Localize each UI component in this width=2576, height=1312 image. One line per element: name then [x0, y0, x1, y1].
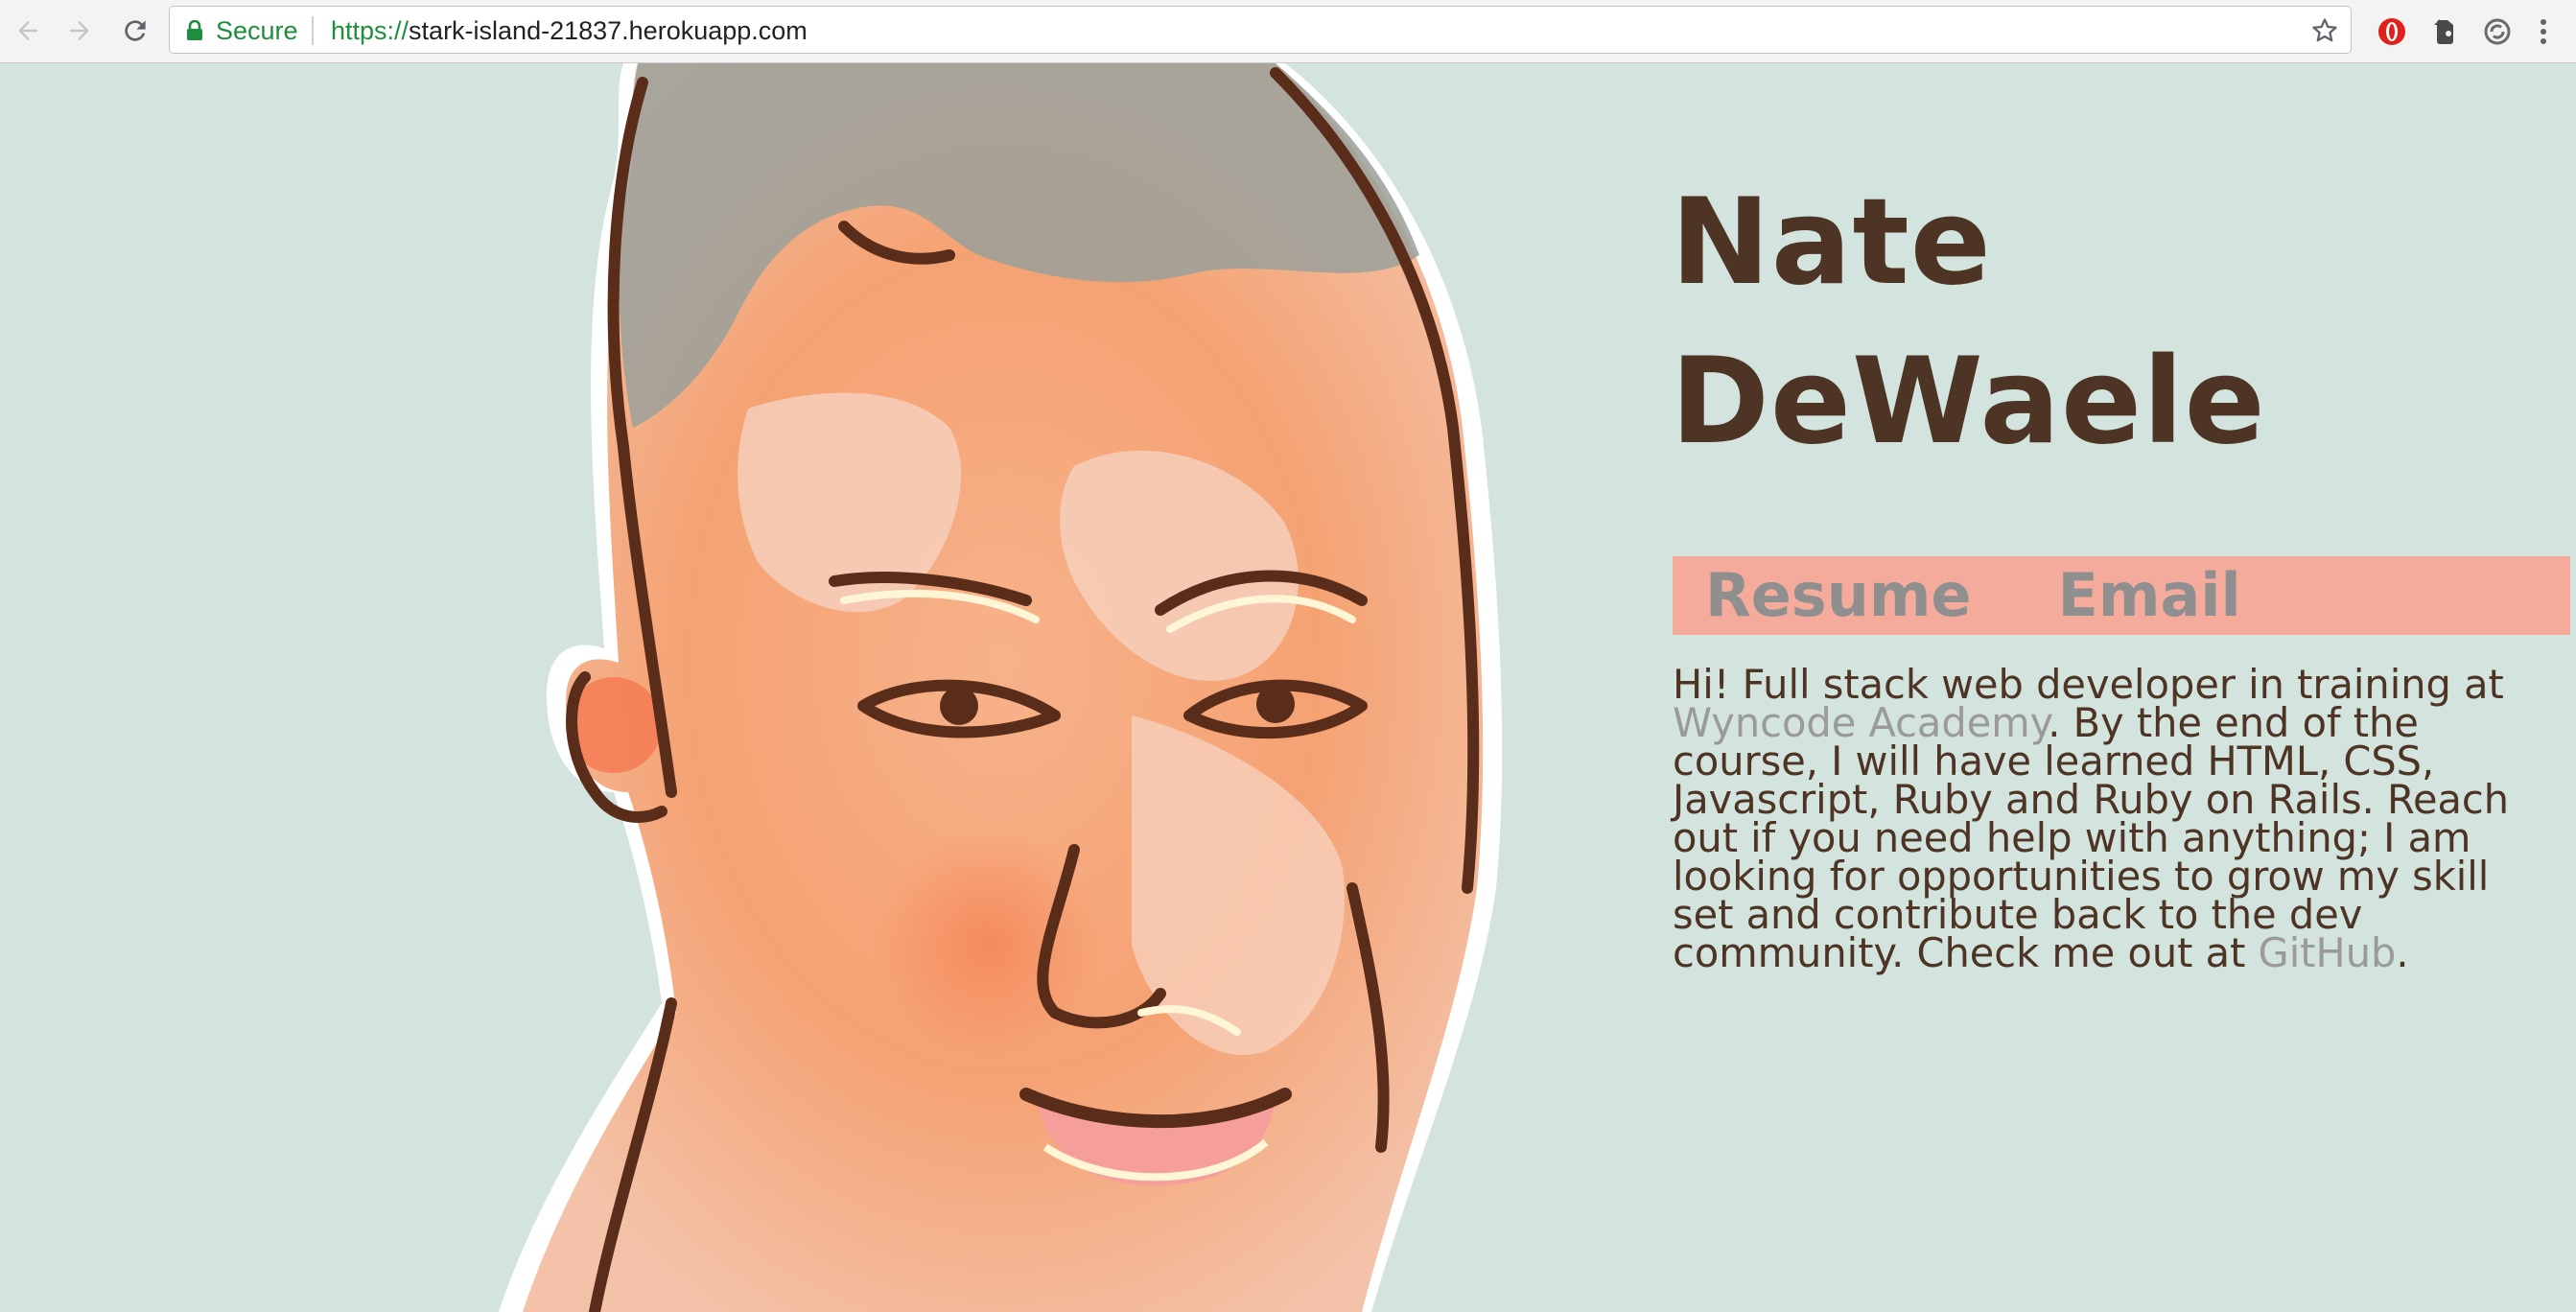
back-button[interactable]	[6, 9, 50, 53]
back-arrow-icon	[18, 21, 37, 40]
opera-extension-icon	[2378, 18, 2405, 45]
lock-icon	[187, 20, 202, 40]
url-text[interactable]: https://stark-island-21837.herokuapp.com	[331, 16, 808, 46]
url-scheme: https://	[331, 16, 410, 45]
portrait-illustration	[499, 63, 1503, 1312]
url-host: stark-island-21837.herokuapp.com	[409, 16, 808, 45]
resume-link[interactable]: Resume	[1705, 556, 1972, 635]
reload-button[interactable]	[113, 9, 157, 53]
sync-extension-icon	[2484, 18, 2511, 45]
menu-dots-icon	[2541, 19, 2546, 44]
star-icon[interactable]	[2310, 16, 2339, 45]
opera-extension-button[interactable]	[2373, 12, 2411, 51]
omnibox-divider	[312, 16, 314, 45]
email-link[interactable]: Email	[2058, 556, 2241, 635]
forward-button[interactable]	[58, 9, 102, 53]
name-last: DeWaele	[1671, 333, 2266, 471]
evernote-extension-button[interactable]	[2426, 12, 2465, 51]
github-link[interactable]: GitHub	[2259, 929, 2397, 976]
secure-label: Secure	[216, 16, 298, 45]
page-content: Nate DeWaele Resume Email Hi! Full stack …	[0, 63, 2576, 1312]
browser-toolbar: Secure https://stark-island-21837.heroku…	[0, 0, 2576, 63]
address-bar[interactable]: Secure https://stark-island-21837.heroku…	[169, 6, 2352, 54]
nav-bar: Resume Email	[1673, 556, 2570, 635]
evernote-extension-icon	[2434, 19, 2453, 44]
browser-menu-button[interactable]	[2524, 12, 2563, 51]
reload-icon	[125, 20, 146, 41]
bio-paragraph: Hi! Full stack web developer in training…	[1673, 665, 2536, 973]
sync-extension-button[interactable]	[2478, 12, 2517, 51]
forward-arrow-icon	[70, 21, 89, 40]
bio-end: .	[2396, 929, 2409, 976]
page-title: Nate DeWaele	[1671, 163, 2457, 481]
name-first: Nate	[1671, 174, 1992, 312]
